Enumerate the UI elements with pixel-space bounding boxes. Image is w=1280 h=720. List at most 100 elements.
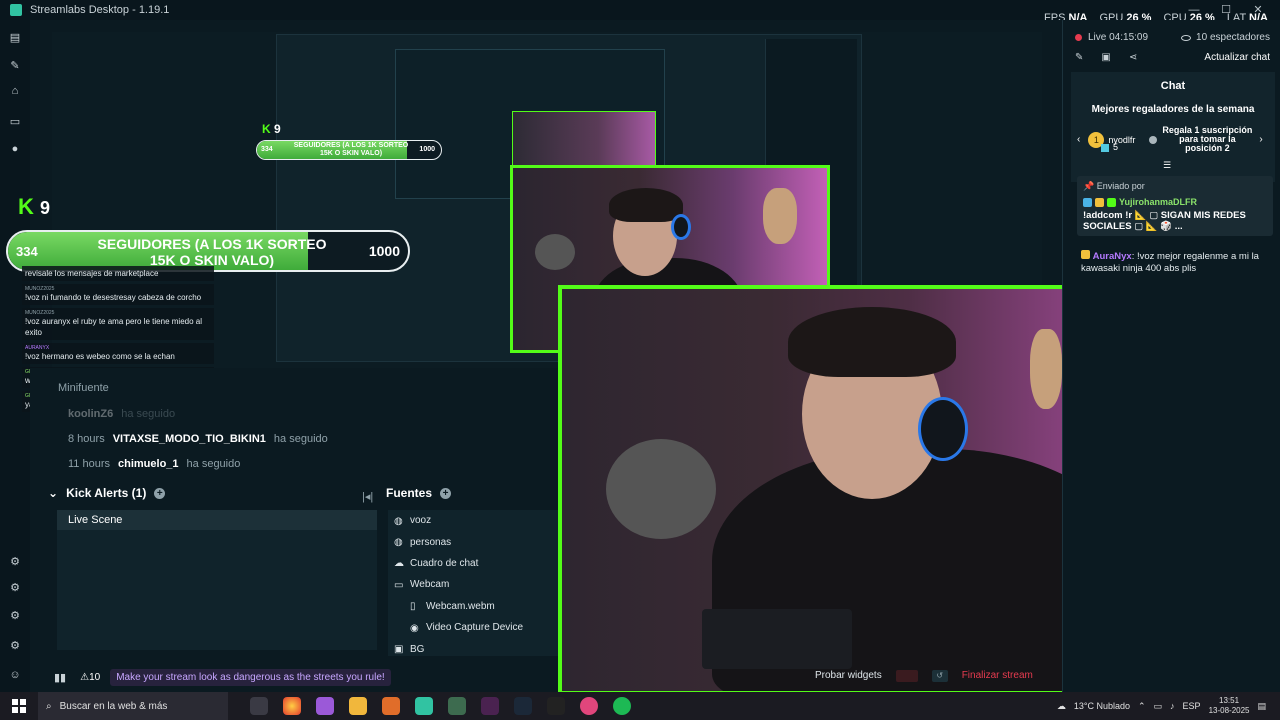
collapse-panel-icon[interactable]: |◂| bbox=[362, 490, 373, 503]
scene-list: Live Scene bbox=[57, 510, 377, 650]
nested-follow-count: 334 bbox=[261, 146, 273, 153]
end-stream-button[interactable]: Finalizar stream bbox=[962, 670, 1033, 682]
streamlabs-icon[interactable] bbox=[415, 697, 433, 715]
layout-icon[interactable]: ⚙ bbox=[8, 580, 22, 594]
pinned-by-label: 📌 Enviado por bbox=[1083, 181, 1145, 191]
stream-info-icon[interactable]: ▣ bbox=[1101, 52, 1110, 63]
source-label: Video Capture Device bbox=[426, 622, 524, 634]
chat-overlay-message: !voz hermano es webeo como se la echan bbox=[25, 352, 175, 361]
app-icon[interactable] bbox=[448, 697, 466, 715]
search-placeholder: Buscar en la web & más bbox=[59, 700, 168, 712]
sources-title: Fuentes bbox=[386, 486, 433, 500]
bar-chart-icon[interactable]: ▮▮ bbox=[54, 671, 66, 684]
app-icon[interactable] bbox=[481, 697, 499, 715]
event-name: chimuelo_1 bbox=[118, 458, 179, 470]
weather-text[interactable]: 13°C Nublado bbox=[1074, 701, 1130, 711]
discord-icon[interactable] bbox=[316, 697, 334, 715]
editor-icon[interactable]: ▤ bbox=[8, 30, 22, 44]
windows-start-icon[interactable] bbox=[12, 699, 26, 713]
pin-toggle-icon[interactable]: ☰ bbox=[1163, 160, 1171, 171]
steam-icon[interactable] bbox=[514, 697, 532, 715]
network-icon[interactable]: ▭ bbox=[1154, 701, 1163, 712]
event-row: 8 hours VITAXSE_MODO_TIO_BIKIN1 ha segui… bbox=[68, 433, 328, 445]
folder-icon: ▭ bbox=[394, 579, 404, 591]
alert-count[interactable]: ⚠10 bbox=[80, 672, 100, 683]
apps-icon[interactable]: ⚙ bbox=[8, 608, 22, 622]
notifications-icon[interactable]: ▤ bbox=[1257, 701, 1266, 712]
task-view-icon[interactable] bbox=[250, 697, 268, 715]
share-icon[interactable]: ⋖ bbox=[1129, 52, 1137, 63]
store-icon[interactable]: ⌂ bbox=[8, 84, 22, 98]
event-name: VITAXSE_MODO_TIO_BIKIN1 bbox=[112, 433, 266, 445]
nested-follow-goal: 334 SEGUIDORES (A LOS 1K SORTEO 15K O SK… bbox=[256, 140, 442, 160]
follow-goal-target: 1000 bbox=[368, 243, 400, 259]
taskbar-search[interactable]: ⌕ Buscar en la web & más bbox=[38, 692, 228, 720]
chat-message: AuraNyx: !voz mejor regalenme a mi la ka… bbox=[1081, 250, 1271, 275]
image-icon: ▣ bbox=[394, 644, 404, 656]
slot-icon bbox=[1149, 135, 1158, 144]
source-item[interactable]: ☁ Cuadro de chat bbox=[388, 553, 558, 574]
replay-icon[interactable]: ↺ bbox=[931, 670, 948, 682]
event-action: ha seguido bbox=[186, 458, 241, 470]
source-label: vooz bbox=[410, 515, 432, 527]
chat-username[interactable]: AuraNyx bbox=[1093, 251, 1132, 262]
vlc-icon[interactable] bbox=[382, 697, 400, 715]
settings-icon[interactable]: ⚙ bbox=[8, 638, 22, 652]
promo-banner[interactable]: Make your stream look as dangerous as th… bbox=[110, 668, 391, 686]
guitar-image bbox=[763, 188, 797, 244]
source-item[interactable]: ◉ Video Capture Device bbox=[388, 617, 558, 638]
source-list: ◍ vooz ◍ personas ☁ Cuadro de chat ▭ Webcam ▯ Web… bbox=[388, 510, 558, 656]
person-hair bbox=[788, 307, 956, 377]
chevron-right-icon[interactable]: › bbox=[1259, 134, 1262, 145]
chat-overlay-line: MUNOZ2025 !voz ni fumando te desestresay … bbox=[22, 284, 214, 305]
chrome-icon[interactable] bbox=[283, 697, 301, 715]
language-indicator[interactable]: ESP bbox=[1183, 701, 1201, 711]
profile-icon[interactable]: ☺ bbox=[8, 668, 22, 682]
app-icon[interactable] bbox=[580, 697, 598, 715]
play-icon[interactable]: ● bbox=[8, 142, 22, 156]
sources-header: Fuentes + bbox=[386, 486, 558, 500]
epic-games-icon[interactable] bbox=[547, 697, 565, 715]
pinned-username[interactable]: YujirohanmaDLFR bbox=[1119, 197, 1197, 207]
clock[interactable]: 13:51 13-08-2025 bbox=[1209, 696, 1250, 716]
camera-icon: ◉ bbox=[410, 622, 419, 634]
source-label: Cuadro de chat bbox=[410, 557, 479, 569]
live-dot-icon bbox=[1075, 34, 1082, 41]
taskbar-apps bbox=[250, 697, 631, 715]
clock-date: 13-08-2025 bbox=[1208, 706, 1250, 715]
globe-icon: ◍ bbox=[394, 515, 403, 527]
record-button[interactable] bbox=[895, 670, 918, 682]
add-scene-icon[interactable]: + bbox=[154, 487, 166, 499]
refresh-chat-button[interactable]: Actualizar chat bbox=[1204, 52, 1270, 63]
search-icon: ⌕ bbox=[46, 700, 52, 712]
badge-icon bbox=[1081, 250, 1090, 259]
add-source-icon[interactable]: + bbox=[440, 487, 452, 499]
volume-icon[interactable]: ♪ bbox=[1170, 701, 1175, 711]
gift-icon bbox=[1101, 144, 1109, 152]
nested-kick-logo-icon: K 9 bbox=[262, 122, 281, 136]
themes-icon[interactable]: ✎ bbox=[8, 58, 22, 72]
scene-item[interactable]: Live Scene bbox=[57, 510, 377, 530]
file-explorer-icon[interactable] bbox=[349, 697, 367, 715]
gift-cta[interactable]: Regala 1 suscripción para tomar la posic… bbox=[1161, 126, 1253, 153]
chevron-left-icon[interactable]: ‹ bbox=[1077, 134, 1080, 145]
tray-chevron-icon[interactable]: ⌃ bbox=[1138, 701, 1146, 712]
source-item[interactable]: ◍ personas bbox=[388, 531, 558, 552]
source-item[interactable]: ▭ Webcam bbox=[388, 574, 558, 595]
event-name: koolinZ6 bbox=[68, 408, 114, 420]
spotify-icon[interactable] bbox=[613, 697, 631, 715]
edit-icon[interactable]: ✎ bbox=[1075, 52, 1083, 63]
studio-mode-icon[interactable]: ⚙ bbox=[8, 554, 22, 568]
source-item[interactable]: ▣ BG bbox=[388, 638, 558, 659]
dashboard-icon[interactable]: ▭ bbox=[8, 114, 22, 128]
source-item[interactable]: ▯ Webcam.webm bbox=[388, 596, 558, 617]
source-item[interactable]: ◍ vooz bbox=[388, 510, 558, 531]
pinned-user: YujirohanmaDLFR bbox=[1083, 197, 1267, 207]
scene-collection-title[interactable]: Kick Alerts (1) bbox=[66, 486, 146, 500]
test-widgets-button[interactable]: Probar widgets bbox=[815, 670, 882, 682]
nested-webcam bbox=[512, 111, 656, 173]
chevron-down-icon[interactable]: ⌄ bbox=[48, 486, 58, 500]
streamlabs-logo-icon bbox=[10, 4, 22, 16]
badge-icon bbox=[1095, 197, 1104, 207]
footer-bar: ▮▮ ⚠10 Make your stream look as dangerou… bbox=[30, 662, 1062, 692]
